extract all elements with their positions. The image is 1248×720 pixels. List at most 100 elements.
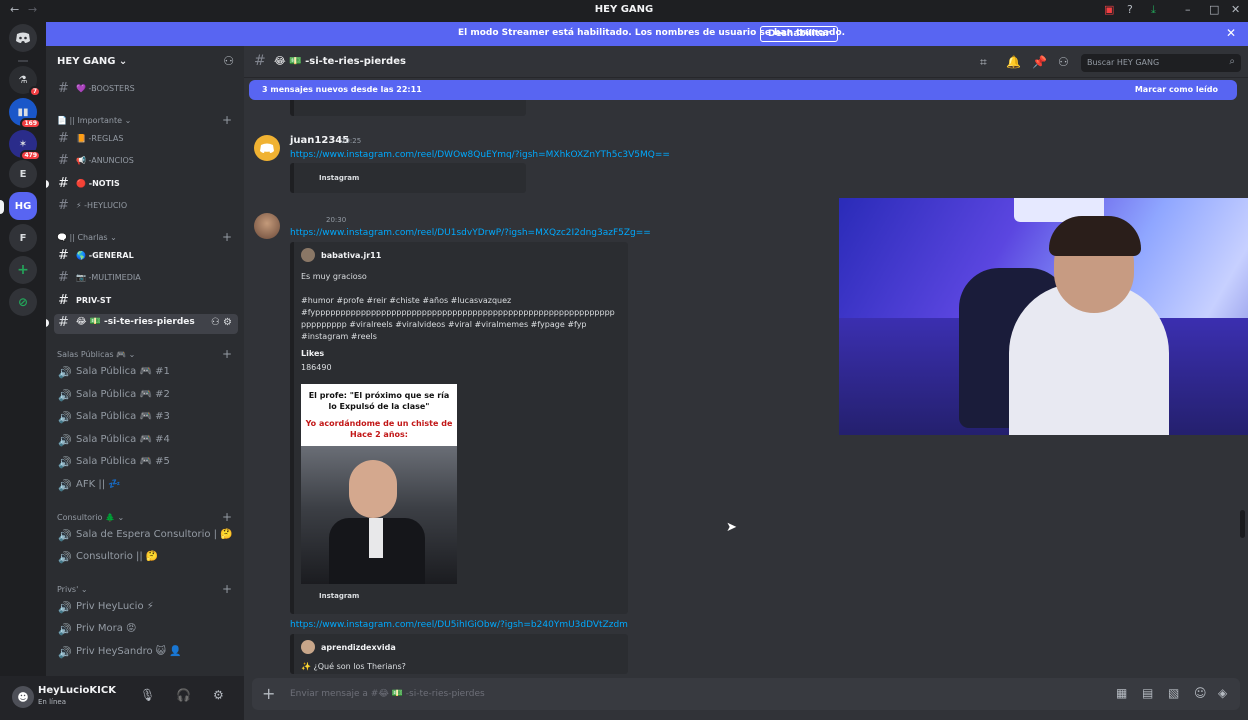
category-salas-publicas[interactable]: Salas Públicas 🎮 ⌄ bbox=[57, 350, 135, 359]
add-channel-icon[interactable]: + bbox=[222, 510, 232, 524]
mention-badge: 7 bbox=[28, 86, 41, 97]
message-timestamp: 20:25 bbox=[341, 137, 362, 145]
channel-priv-st[interactable]: # PRIV-ST bbox=[54, 292, 238, 312]
channel-label: Sala Pública 🎮 #3 bbox=[76, 411, 170, 422]
user-avatar[interactable]: ☻ bbox=[12, 686, 34, 708]
server-header[interactable]: HEY GANG ⌄ ⚇ bbox=[46, 46, 244, 78]
download-icon[interactable]: ⤓ bbox=[1151, 3, 1156, 17]
headphones-icon[interactable]: 🎧 bbox=[176, 688, 191, 702]
apps-icon[interactable]: ◈ bbox=[1218, 686, 1227, 700]
search-icon: ⌕ bbox=[1229, 56, 1235, 67]
emoji-icon[interactable]: ☺ bbox=[1194, 686, 1207, 700]
member-list-icon[interactable]: ⚇ bbox=[1058, 55, 1069, 69]
channel-boosters[interactable]: # 💜 -BOOSTERS bbox=[54, 80, 238, 100]
add-channel-icon[interactable]: + bbox=[222, 582, 232, 596]
voice-sala-3[interactable]: 🔊 Sala Pública 🎮 #3 bbox=[54, 408, 238, 428]
embed-provider[interactable]: Instagram bbox=[319, 592, 359, 600]
user-settings-icon[interactable]: ⚙ bbox=[213, 688, 224, 702]
embed-author[interactable]: aprendizdexvida bbox=[321, 643, 396, 652]
hash-icon: # bbox=[58, 248, 69, 263]
gif-icon[interactable]: ▤ bbox=[1142, 686, 1153, 700]
message-timestamp: 20:30 bbox=[326, 216, 347, 224]
channel-notis[interactable]: # 🔴 -NOTIS bbox=[54, 175, 238, 195]
embed-author[interactable]: babativa.jr11 bbox=[321, 251, 381, 260]
disable-streamer-button[interactable]: Deshabilitar bbox=[760, 26, 838, 42]
category-privs[interactable]: Privs' ⌄ bbox=[57, 585, 88, 594]
channel-label: 🌎 -GENERAL bbox=[76, 251, 134, 260]
category-importante[interactable]: 📄 || Importante ⌄ bbox=[57, 116, 131, 125]
channel-label: Consultorio || 🤔 bbox=[76, 551, 159, 562]
embed-author-avatar bbox=[301, 248, 315, 262]
message-link[interactable]: https://www.instagram.com/reel/DWOw8QuEY… bbox=[290, 150, 670, 160]
channel-reglas[interactable]: # 📙 -REGLAS bbox=[54, 130, 238, 150]
voice-sala-1[interactable]: 🔊 Sala Pública 🎮 #1 bbox=[54, 363, 238, 383]
discover-icon[interactable]: ⊘ bbox=[9, 288, 37, 316]
voice-afk[interactable]: 🔊 AFK || 💤 bbox=[54, 476, 238, 496]
voice-priv-heysandro[interactable]: 🔊 Priv HeySandro 😺 👤 bbox=[54, 643, 238, 663]
server-icon-1[interactable]: ⚗ 7 bbox=[9, 66, 41, 97]
embed-hashtags-2: #fyppppppppppppppppppppppppppppppppppppp… bbox=[301, 308, 615, 317]
voice-sala-4[interactable]: 🔊 Sala Pública 🎮 #4 bbox=[54, 431, 238, 451]
stream-icon[interactable]: ▣ bbox=[1104, 3, 1114, 16]
home-discord-icon[interactable] bbox=[9, 24, 37, 52]
add-channel-icon[interactable]: + bbox=[222, 230, 232, 244]
voice-sala-5[interactable]: 🔊 Sala Pública 🎮 #5 bbox=[54, 453, 238, 473]
maximize-icon[interactable]: □ bbox=[1209, 3, 1219, 16]
add-channel-icon[interactable]: + bbox=[222, 113, 232, 127]
message-link[interactable]: https://www.instagram.com/reel/DU5ihIGiO… bbox=[290, 620, 628, 630]
channel-label: Sala Pública 🎮 #5 bbox=[76, 456, 170, 467]
channel-heylucio[interactable]: # ⚡ -HEYLUCIO bbox=[54, 197, 238, 217]
minimize-icon[interactable]: – bbox=[1185, 3, 1191, 16]
gift-icon[interactable]: ▦ bbox=[1116, 686, 1127, 700]
voice-sala-2[interactable]: 🔊 Sala Pública 🎮 #2 bbox=[54, 386, 238, 406]
category-consultorio[interactable]: Consultorio 🌲 ⌄ bbox=[57, 513, 124, 522]
embed-provider[interactable]: Instagram bbox=[319, 174, 359, 182]
voice-sala-espera[interactable]: 🔊 Sala de Espera Consultorio | 🤔 bbox=[54, 526, 238, 546]
channel-settings-icons[interactable]: ⚇ ⚙ bbox=[211, 317, 232, 328]
server-icon-hey-gang[interactable]: HG bbox=[9, 192, 37, 220]
meme-caption-top: El profe: "El próximo que se ría lo Expu… bbox=[308, 391, 450, 411]
hash-icon: # bbox=[58, 131, 69, 146]
server-icon-e[interactable]: E bbox=[9, 160, 37, 188]
hash-icon: # bbox=[58, 293, 69, 308]
channel-si-te-ries-pierdes[interactable]: # 😂 💵 -si-te-ries-pierdes ⚇ ⚙ bbox=[54, 314, 238, 334]
channel-anuncios[interactable]: # 📢 -ANUNCIOS bbox=[54, 152, 238, 172]
search-input[interactable]: Buscar HEY GANG ⌕ bbox=[1081, 54, 1241, 72]
avatar[interactable] bbox=[254, 213, 280, 239]
message-link[interactable]: https://www.instagram.com/reel/DU1sdvYDr… bbox=[290, 228, 651, 238]
avatar[interactable] bbox=[254, 135, 280, 161]
chat-scrollbar[interactable] bbox=[1240, 510, 1245, 538]
add-channel-icon[interactable]: + bbox=[222, 347, 232, 361]
mark-as-read-button[interactable]: Marcar como leído bbox=[1135, 85, 1218, 94]
speaker-icon: 🔊 bbox=[58, 529, 72, 542]
channel-general[interactable]: # 🌎 -GENERAL bbox=[54, 247, 238, 267]
sticker-icon[interactable]: ▧ bbox=[1168, 686, 1179, 700]
close-banner-icon[interactable]: ✕ bbox=[1226, 26, 1236, 40]
speaker-icon: 🔊 bbox=[58, 456, 72, 469]
voice-priv-mora[interactable]: 🔊 Priv Mora 😡 bbox=[54, 620, 238, 640]
pin-icon[interactable]: 📌 bbox=[1032, 55, 1047, 69]
server-icon-2[interactable]: ▮▮ 169 bbox=[9, 98, 41, 129]
category-charlas[interactable]: 🗨️ || Charlas ⌄ bbox=[57, 233, 117, 242]
channel-label: 😂 💵 -si-te-ries-pierdes bbox=[76, 317, 195, 327]
add-member-icon[interactable]: ⚇ bbox=[223, 54, 234, 68]
meme-image[interactable]: El profe: "El próximo que se ría lo Expu… bbox=[301, 384, 457, 584]
new-messages-text: 3 mensajes nuevos desde las 22:11 bbox=[262, 85, 422, 94]
new-messages-bar[interactable]: 3 mensajes nuevos desde las 22:11 Marcar… bbox=[249, 80, 1237, 100]
voice-priv-heylucio[interactable]: 🔊 Priv HeyLucio ⚡ bbox=[54, 598, 238, 618]
add-server-icon[interactable]: + bbox=[9, 256, 37, 284]
threads-icon[interactable]: ⌗ bbox=[980, 55, 987, 70]
close-window-icon[interactable]: ✕ bbox=[1231, 3, 1240, 16]
streamer-mode-banner: El modo Streamer está habilitado. Los no… bbox=[46, 22, 1248, 46]
meme-caption-bottom: Yo acordándome de un chiste de Hace 2 añ… bbox=[305, 419, 453, 439]
server-icon-3[interactable]: ✶ 479 bbox=[9, 130, 41, 161]
notification-bell-icon[interactable]: 🔔 bbox=[1006, 55, 1021, 69]
help-icon[interactable]: ? bbox=[1127, 3, 1133, 16]
server-icon-f[interactable]: F bbox=[9, 224, 37, 252]
voice-consultorio[interactable]: 🔊 Consultorio || 🤔 bbox=[54, 548, 238, 568]
microphone-icon[interactable]: 🎙 bbox=[140, 688, 155, 702]
upload-plus-icon[interactable]: + bbox=[262, 684, 275, 703]
hash-icon: # bbox=[58, 176, 69, 191]
message-composer[interactable]: + Enviar mensaje a #😂 💵 -si-te-ries-pier… bbox=[252, 678, 1240, 710]
channel-multimedia[interactable]: # 📷 -MULTIMEDIA bbox=[54, 269, 238, 289]
